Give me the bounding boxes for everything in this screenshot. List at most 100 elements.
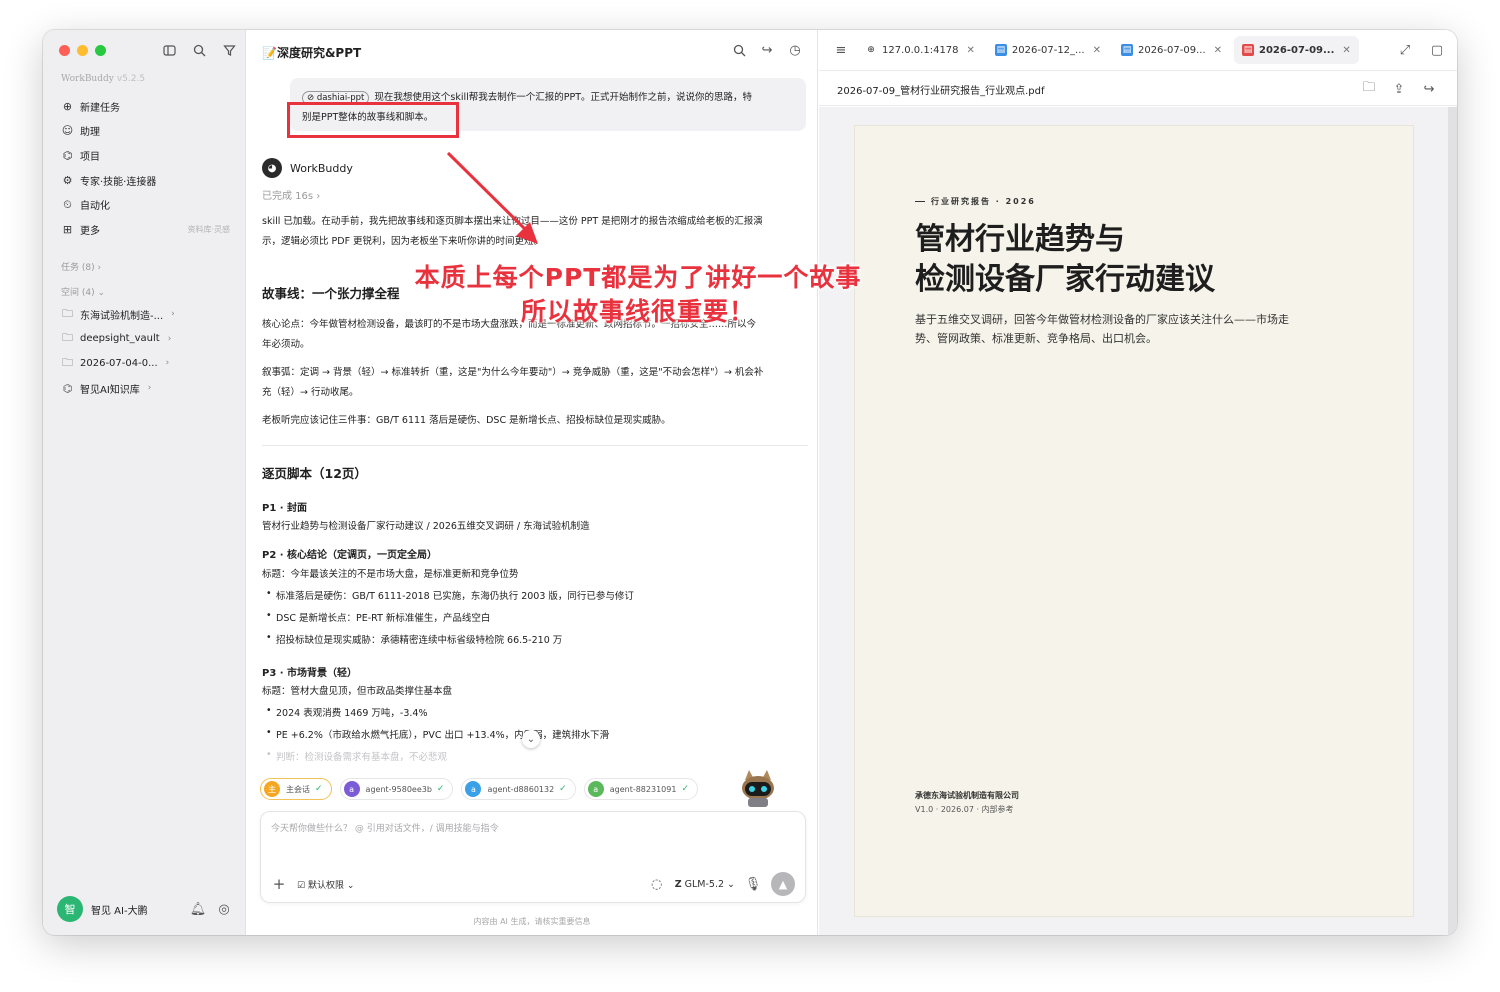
- project-icon: ⌬: [62, 148, 73, 162]
- list-item: 判断：检测设备需求有基本盘，不必悲观: [266, 749, 447, 763]
- sidebar-item-automation[interactable]: ⏲ 自动化: [53, 192, 236, 217]
- project-item[interactable]: ⌬ 智见AI知识库 ›: [53, 376, 236, 401]
- search-icon[interactable]: [731, 42, 747, 58]
- project-list: 🗀 东海试验机制造-... › 🗀 deepsight_vault › 🗀 2026-07…: [53, 302, 236, 400]
- robot-mascot-icon[interactable]: [736, 768, 780, 808]
- close-window-button[interactable]: [59, 45, 70, 56]
- sidebar-item-projects[interactable]: ⌬ 项目: [53, 143, 236, 168]
- file-tools: 🗀 ⇪ ↪: [1361, 80, 1437, 97]
- expert-icon: ⚙: [62, 173, 73, 187]
- list-item: 2024 表观消费 1469 万吨，-3.4%: [266, 705, 428, 719]
- session-chip[interactable]: a agent-9580ee3b ✓: [339, 778, 454, 800]
- sidebar-item-experts[interactable]: ⚙ 专家·技能·连接器: [53, 168, 236, 193]
- panel-toggle-icon[interactable]: ▢: [1429, 42, 1445, 58]
- annotation-text-line2: 所以故事线很重要！: [520, 297, 755, 326]
- sidebar-item-more[interactable]: ⊞ 更多 资料库·灵感: [53, 217, 236, 242]
- check-icon: ✓: [559, 784, 567, 794]
- history-icon[interactable]: ◷: [787, 42, 803, 58]
- project-item[interactable]: 🗀 2026-07-04-0... ›: [53, 351, 236, 376]
- folder-icon: 🗀: [62, 306, 73, 320]
- session-avatar: 主: [264, 781, 280, 797]
- user-bar: 智 智见 AI-大鹏 🔔︎ ◎: [57, 896, 232, 922]
- arrow-up-icon: ▲: [778, 877, 788, 891]
- assistant-icon: ☺: [61, 124, 74, 138]
- chat-pane: 📝深度研究&PPT ↪ ◷ ⊘ dashiai-ppt 现在我想使用这个skill…: [246, 30, 818, 935]
- report-kicker: 行业研究报告 · 2026: [915, 196, 1036, 207]
- document-viewer: ≡ ⊕ 127.0.0.1:4178 ✕ ▤ 2026-07-12_... ✕ ▤ 202…: [819, 30, 1457, 935]
- folder-icon: 🗀: [62, 331, 73, 345]
- tab-doc-0712[interactable]: ▤ 2026-07-12_... ✕: [987, 36, 1109, 64]
- spaces-section-header[interactable]: 空间 (4) ⌄: [61, 285, 105, 298]
- search-icon[interactable]: [191, 42, 207, 58]
- filter-icon[interactable]: [221, 42, 237, 58]
- avatar[interactable]: 智: [57, 896, 83, 922]
- list-item: DSC 是新增长点：PE-RT 新标准催生，产品线空白: [266, 610, 490, 624]
- add-attachment-icon[interactable]: +: [271, 875, 287, 893]
- sidebar-toolbar: [161, 42, 237, 58]
- automation-icon: ⏲: [63, 197, 72, 211]
- message-input[interactable]: 今天帮你做些什么？ @ 引用对话文件，/ 调用技能与指令: [271, 821, 499, 834]
- chat-title: 📝深度研究&PPT: [262, 46, 362, 60]
- share-icon[interactable]: ↪: [1421, 81, 1437, 97]
- folder-icon: 🗀: [62, 355, 73, 369]
- file-name: 2026-07-09_管材行业研究报告_行业观点.pdf: [837, 86, 1045, 97]
- share-icon[interactable]: ↪: [759, 42, 775, 58]
- session-chip-main[interactable]: 主主会话 ✓: [260, 778, 332, 800]
- brand-label: WorkBuddy v5.2.5: [61, 74, 146, 84]
- list-item: 标准落后是硬伤：GB/T 6111-2018 已实施，东海仍执行 2003 版，…: [266, 588, 634, 602]
- sidebar-toggle-icon[interactable]: [161, 42, 177, 58]
- sidebar: WorkBuddy v5.2.5 ⊕ 新建任务 ☺ 助理 ⌬ 项目 ⚙ 专家·技能·连接器…: [43, 30, 246, 935]
- menu-icon[interactable]: ≡: [833, 42, 849, 58]
- tasks-section-header[interactable]: 任务 (8) ›: [61, 260, 101, 273]
- expand-icon[interactable]: ⤢: [1397, 42, 1413, 58]
- chevron-right-icon: ›: [167, 333, 172, 344]
- page-script-title: P1 · 封面: [262, 503, 308, 514]
- script-heading: 逐页脚本（12页）: [262, 466, 367, 481]
- completion-status[interactable]: 已完成 16s ›: [262, 187, 320, 202]
- microphone-icon[interactable]: 🎙︎: [745, 876, 762, 892]
- tab-localhost[interactable]: ⊕ 127.0.0.1:4178 ✕: [857, 36, 983, 64]
- sidebar-item-assistant[interactable]: ☺ 助理: [53, 119, 236, 144]
- project-item[interactable]: 🗀 东海试验机制造-... ›: [53, 302, 236, 327]
- agent-sessions: 主主会话 ✓ a agent-9580ee3b ✓ a agent-d8860132 ✓ …: [260, 778, 698, 800]
- sidebar-nav: ⊕ 新建任务 ☺ 助理 ⌬ 项目 ⚙ 专家·技能·连接器 ⏲ 自动化 ⊞ 更多 资料库·灵感: [53, 94, 236, 242]
- session-chip[interactable]: a agent-d8860132 ✓: [461, 778, 576, 800]
- scrollbar[interactable]: [1448, 107, 1457, 935]
- close-icon[interactable]: ✕: [1214, 45, 1222, 56]
- close-icon[interactable]: ✕: [1093, 45, 1101, 56]
- folder-icon[interactable]: 🗀: [1361, 80, 1377, 97]
- compass-icon[interactable]: ◎: [216, 901, 232, 917]
- ai-disclaimer: 内容由 AI 生成，请核实重要信息: [473, 917, 591, 926]
- session-chip[interactable]: a agent-88231091 ✓: [583, 778, 698, 800]
- upload-icon[interactable]: ⇪: [1391, 81, 1407, 97]
- close-icon[interactable]: ✕: [967, 45, 975, 56]
- send-button[interactable]: ▲: [771, 872, 795, 896]
- user-name[interactable]: 智见 AI-大鹏: [91, 902, 148, 917]
- zoom-window-button[interactable]: [95, 45, 106, 56]
- model-selector[interactable]: Z GLM-5.2 ⌄: [675, 879, 735, 890]
- assistant-intro: skill 已加载。在动手前，我先把故事线和逐页脚本摆出来让你过目——这份 PP…: [262, 216, 763, 247]
- check-icon: ✓: [681, 784, 689, 794]
- scroll-to-bottom-button[interactable]: ⌄: [522, 730, 540, 748]
- sidebar-item-new-task[interactable]: ⊕ 新建任务: [53, 94, 236, 119]
- report-organization: 承德东海试验机制造有限公司: [915, 791, 1019, 800]
- loading-spinner-icon: ◌: [651, 876, 663, 892]
- annotation-highlight-box: [287, 102, 459, 138]
- minimize-window-button[interactable]: [77, 45, 88, 56]
- divider: [262, 445, 808, 446]
- viewer-window-tools: ⤢ ▢: [1397, 42, 1445, 58]
- composer-right-tools: ◌ Z GLM-5.2 ⌄ 🎙︎ ▲: [649, 872, 795, 896]
- check-icon: ✓: [436, 784, 445, 794]
- tab-doc-0709[interactable]: ▤ 2026-07-09... ✕: [1113, 36, 1230, 64]
- narrative-arc: 叙事弧：定调 → 背景（轻）→ 标准转折（重，这是"为什么今年要动"）→ 竞争威…: [262, 367, 764, 398]
- page-script-headline: 管材行业趋势与检测设备厂家行动建议 / 2026五维交叉调研 / 东海试验机制造: [262, 521, 590, 532]
- key-takeaways: 老板听完应该记住三件事：GB/T 6111 落后是硬伤、DSC 是新增长点、招投…: [262, 415, 671, 426]
- close-icon[interactable]: ✕: [1342, 45, 1350, 56]
- workbuddy-logo-icon: ◕: [262, 158, 282, 178]
- permission-selector[interactable]: ☑ 默认权限 ⌄: [297, 878, 354, 891]
- more-grid-icon: ⊞: [62, 222, 73, 236]
- project-item[interactable]: 🗀 deepsight_vault ›: [53, 327, 236, 352]
- chat-toolbar: ↪ ◷: [731, 42, 803, 58]
- bell-icon[interactable]: 🔔︎: [190, 901, 207, 917]
- tab-pdf-0709[interactable]: ▤ 2026-07-09... ✕: [1234, 36, 1359, 64]
